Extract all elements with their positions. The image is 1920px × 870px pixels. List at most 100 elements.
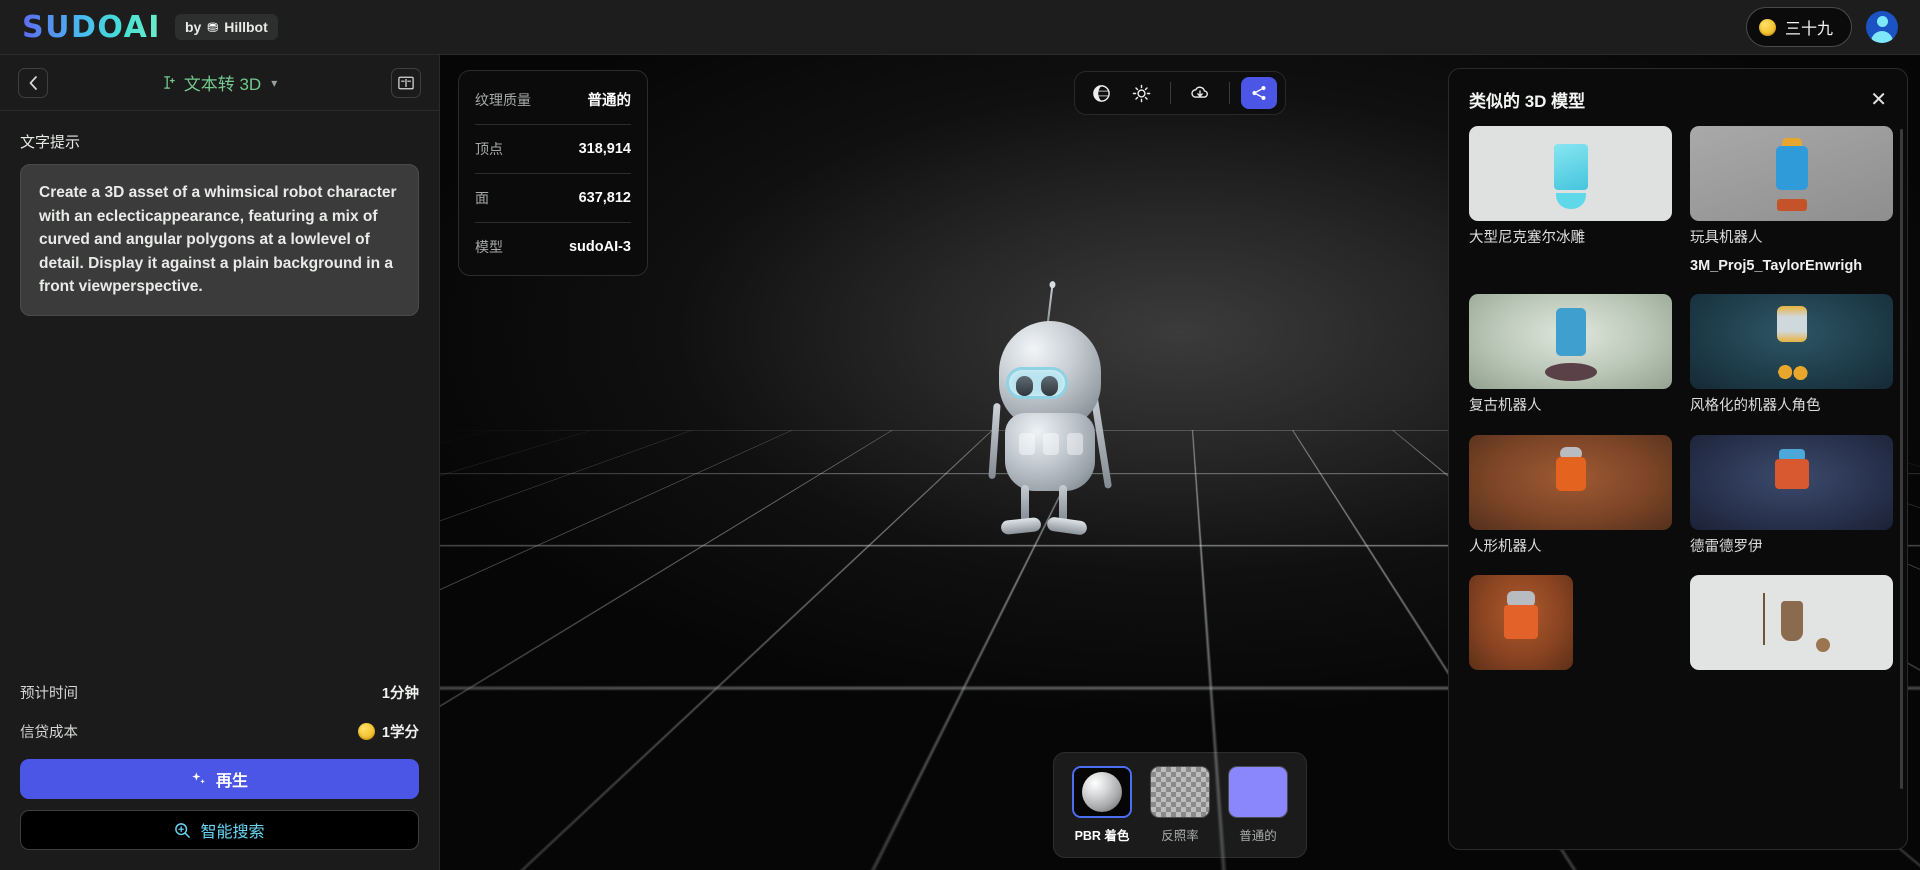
environment-button[interactable] (1083, 77, 1119, 109)
text-cursor-icon (163, 76, 175, 89)
model-card-title: 大型尼克塞尔冰雕 (1469, 230, 1585, 246)
toolbar-divider (1170, 82, 1171, 104)
orange-robot-thumb (1469, 575, 1573, 671)
model-card[interactable] (1690, 575, 1893, 671)
brightness-button[interactable] (1123, 77, 1159, 109)
panel-scrollbar[interactable] (1900, 129, 1903, 789)
model-card-title: 玩具机器人 (1690, 230, 1763, 246)
model-stats-panel: 纹理质量 普通的 顶点 318,914 面 637,812 模型 sudoAI-… (458, 70, 648, 276)
model-card[interactable]: 风格化的机器人角色 (1690, 294, 1893, 417)
mode-label-wrap: 文本转 3D (162, 70, 261, 95)
stat-row: 顶点 318,914 (475, 125, 631, 174)
chevron-down-icon[interactable]: ▾ (271, 76, 277, 90)
robot-antenna (1046, 285, 1054, 325)
sphere-material-icon (1072, 766, 1132, 818)
close-icon[interactable]: ✕ (1870, 90, 1887, 110)
globe-environment-icon (1092, 84, 1110, 102)
humanoid-robot-thumb (1469, 434, 1672, 530)
sidebar-header: 文本转 3D ▾ (0, 55, 439, 111)
dreadroy-thumb (1690, 434, 1893, 530)
material-selector: PBR 着色 反照率 普通的 (1053, 752, 1307, 858)
model-card-title: 复古机器人 (1469, 398, 1542, 415)
estimate-row: 预计时间 1分钟 (20, 673, 419, 712)
coin-icon (357, 723, 375, 740)
cost-row: 信贷成本 1学分 (20, 712, 419, 751)
robot-panel (1067, 433, 1083, 455)
prompt-label: 文字提示 (20, 134, 81, 151)
search-zoom-icon (175, 822, 191, 838)
brown-robot-thumb (1690, 575, 1893, 671)
stat-value: 318,914 (578, 141, 631, 157)
stat-row: 面 637,812 (475, 174, 631, 223)
similar-panel-header: 类似的 3D 模型 ✕ (1449, 69, 1907, 126)
model-card[interactable] (1469, 575, 1672, 671)
similar-models-panel: 类似的 3D 模型 ✕ 大型尼克塞尔冰雕 玩具机器人 3M_Proj5_Tayl… (1448, 68, 1908, 850)
model-card[interactable]: 德雷德罗伊 (1690, 434, 1893, 558)
cloud-download-icon (1191, 86, 1208, 98)
stat-key: 面 (475, 190, 489, 206)
app-root: SUDOAI by ⛃ Hillbot 三十九 文本转 3D ▾ 文字提示 Cr… (0, 0, 1920, 870)
generate-button[interactable]: 再生 (20, 759, 419, 799)
by-hillbot-badge: by ⛃ Hillbot (174, 14, 278, 40)
robot-panel (1019, 433, 1035, 455)
stylized-robot-thumb (1690, 294, 1893, 390)
download-button[interactable] (1182, 77, 1218, 109)
stat-value: sudoAI-3 (568, 239, 631, 255)
credits-value: 三十九 (1784, 21, 1833, 38)
toy-robot-thumb (1690, 126, 1893, 221)
bot-icon: ⛃ (207, 19, 219, 35)
smart-search-button[interactable]: 智能搜索 (20, 810, 419, 850)
robot-eye-left (1016, 376, 1033, 396)
by-label: by (184, 19, 202, 35)
user-avatar-icon[interactable] (1866, 11, 1898, 43)
cost-value-wrap: 1学分 (357, 721, 419, 742)
model-card[interactable]: 复古机器人 (1469, 294, 1672, 417)
library-button[interactable] (391, 67, 421, 98)
model-card[interactable]: 人形机器人 (1469, 434, 1672, 558)
model-card[interactable]: 玩具机器人 3M_Proj5_TaylorEnwrigh (1690, 126, 1893, 276)
chevron-left-icon (29, 75, 37, 90)
estimate-label: 预计时间 (20, 686, 78, 702)
coin-icon (1758, 18, 1776, 36)
sidebar-body: 文字提示 Create a 3D asset of a whimsical ro… (0, 111, 439, 673)
robot-3d-model[interactable] (985, 285, 1115, 536)
book-icon (398, 76, 414, 89)
top-bar: SUDOAI by ⛃ Hillbot 三十九 (0, 0, 1920, 55)
sidebar-footer: 预计时间 1分钟 信贷成本 1学分 再生 智能搜索 (0, 673, 439, 870)
stat-row: 纹理质量 普通的 (475, 75, 631, 125)
app-logo[interactable]: SUDOAI (22, 10, 161, 45)
similar-panel-title: 类似的 3D 模型 (1469, 92, 1586, 111)
mode-selector[interactable]: 文本转 3D ▾ (58, 70, 381, 95)
robot-panel (1043, 433, 1059, 455)
hillbot-label: Hillbot (224, 19, 268, 35)
robot-body (1005, 413, 1095, 491)
model-card[interactable]: 大型尼克塞尔冰雕 (1469, 126, 1672, 276)
stat-key: 纹理质量 (475, 91, 531, 108)
material-option-albedo[interactable]: 反照率 (1148, 766, 1212, 844)
credits-badge[interactable]: 三十九 (1745, 7, 1852, 47)
ice-sculpture-robot-thumb (1469, 126, 1672, 221)
retro-robot-thumb (1469, 294, 1672, 390)
material-label: 普通的 (1239, 829, 1277, 843)
material-option-normal[interactable]: 普通的 (1226, 766, 1290, 844)
material-option-pbr[interactable]: PBR 着色 (1070, 766, 1134, 844)
mode-label: 文本转 3D (183, 75, 262, 94)
material-label: 反照率 (1161, 829, 1199, 843)
checker-albedo-icon (1150, 766, 1210, 818)
generate-label: 再生 (215, 773, 248, 790)
cost-label: 信贷成本 (20, 725, 78, 741)
stat-key: 模型 (475, 239, 503, 255)
back-button[interactable] (18, 67, 48, 98)
estimate-value: 1分钟 (381, 686, 419, 702)
share-icon (1252, 85, 1266, 101)
share-button[interactable] (1241, 77, 1277, 109)
stat-value: 普通的 (587, 93, 632, 109)
viewport-toolbar (1074, 71, 1286, 115)
prompt-input[interactable]: Create a 3D asset of a whimsical robot c… (20, 164, 419, 316)
smart-search-label: 智能搜索 (200, 824, 265, 841)
top-bar-right: 三十九 (1745, 7, 1898, 47)
material-label: PBR 着色 (1074, 829, 1130, 843)
robot-eye-right (1041, 376, 1058, 396)
stat-row: 模型 sudoAI-3 (475, 223, 631, 271)
stat-value: 637,812 (578, 190, 631, 206)
